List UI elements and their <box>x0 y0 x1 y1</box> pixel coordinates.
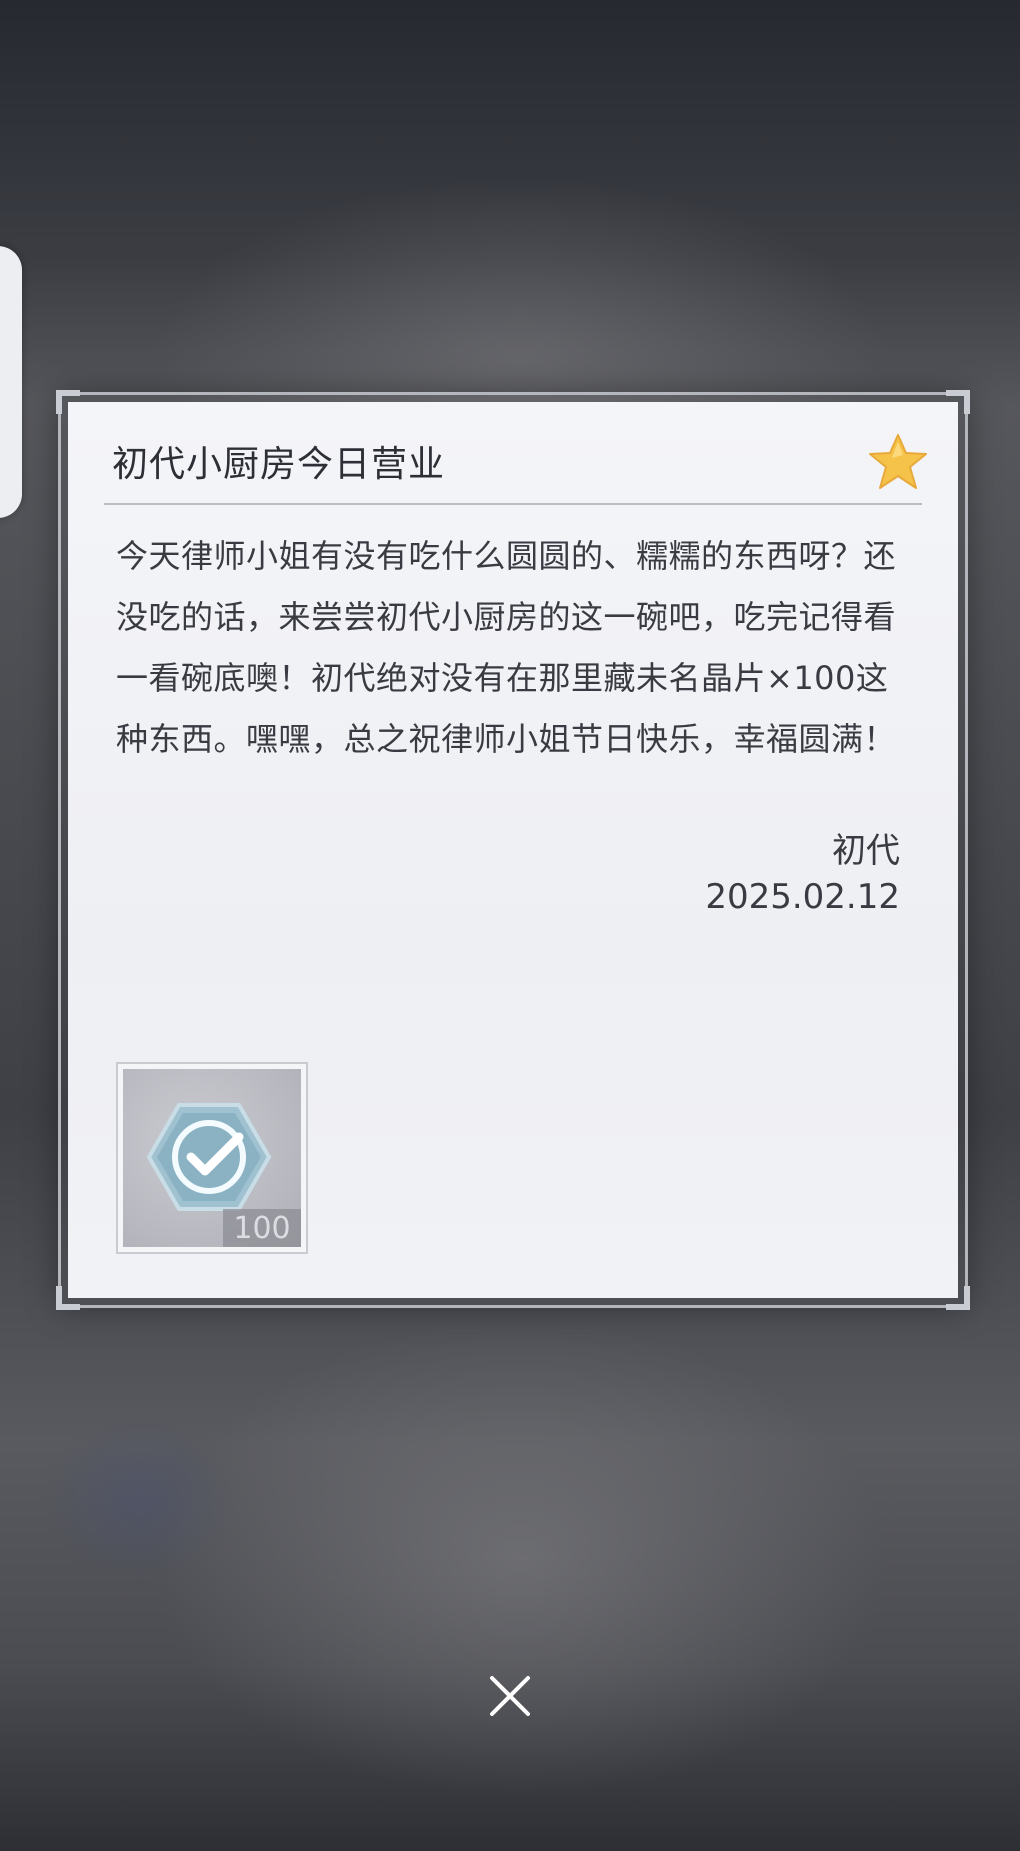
hexagon-check-icon <box>146 1103 272 1211</box>
attachment-tile: 100 <box>123 1069 301 1247</box>
side-drawer-tab[interactable] <box>0 246 22 518</box>
title-divider <box>104 503 922 505</box>
letter-date: 2025.02.12 <box>705 877 900 917</box>
letter-sender: 初代 <box>832 831 900 871</box>
attachment-quantity: 100 <box>223 1209 301 1247</box>
attachment-item[interactable]: 100 <box>116 1062 308 1254</box>
star-icon[interactable] <box>866 430 930 494</box>
letter-body: 今天律师小姐有没有吃什么圆圆的、糯糯的东西呀？还没吃的话，来尝尝初代小厨房的这一… <box>116 537 897 758</box>
letter-card: 初代小厨房今日营业 今天律师小姐有没有吃什么圆圆的、糯糯的东西呀？还没吃的话，来… <box>68 402 958 1298</box>
letter-title: 初代小厨房今日营业 <box>112 444 446 485</box>
letter-dialog: 初代小厨房今日营业 今天律师小姐有没有吃什么圆圆的、糯糯的东西呀？还没吃的话，来… <box>56 390 970 1310</box>
close-icon[interactable] <box>480 1666 540 1726</box>
letter-signature: 初代 2025.02.12 <box>705 828 900 920</box>
